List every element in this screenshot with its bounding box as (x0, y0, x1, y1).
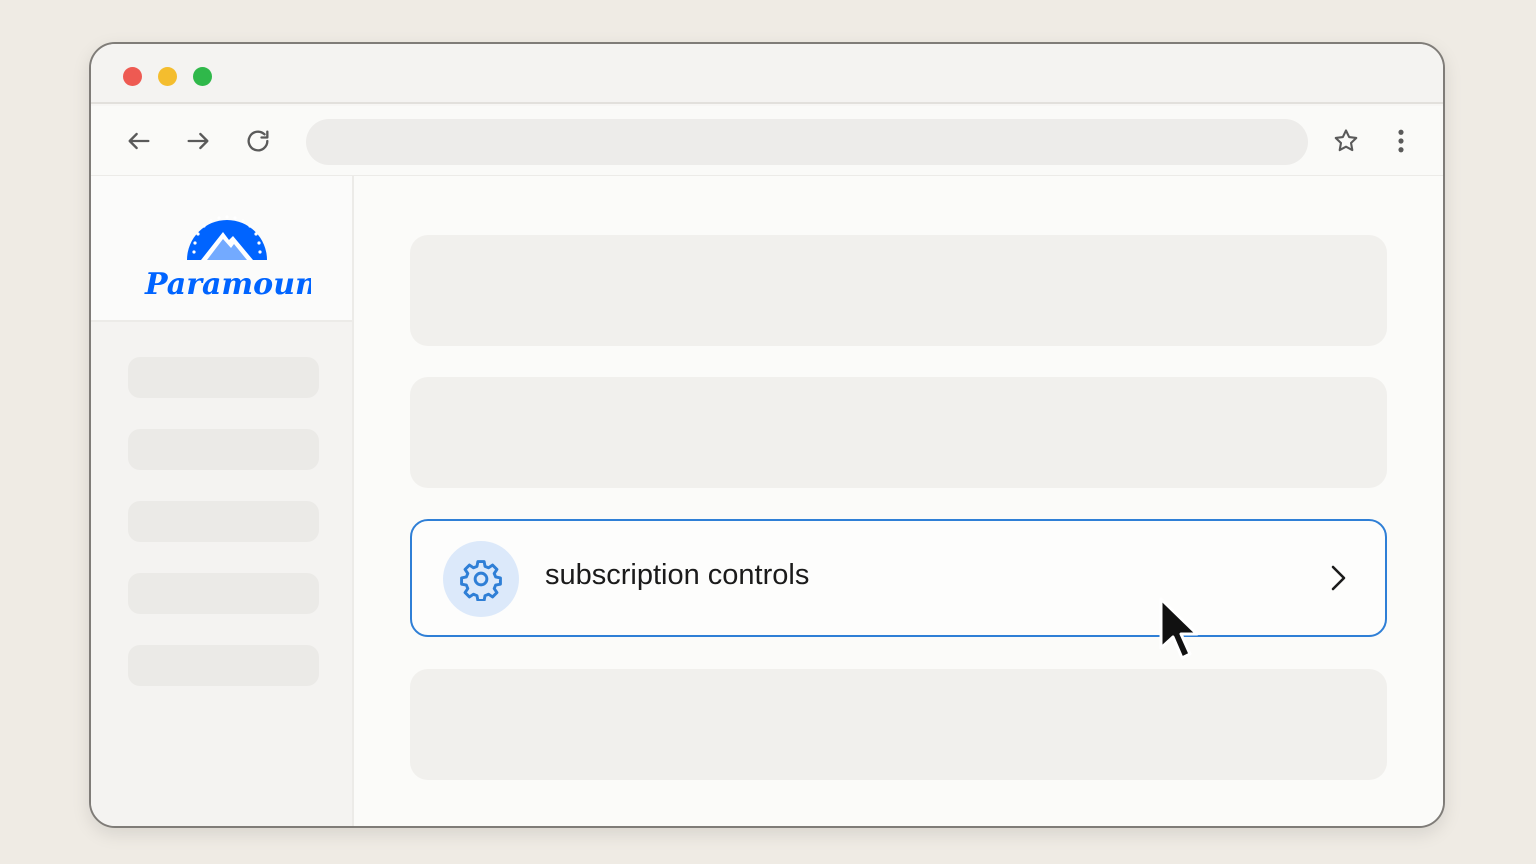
paramount-plus-logo: Paramount+ (144, 215, 311, 302)
sidebar-item-placeholder[interactable] (128, 357, 319, 398)
forward-button[interactable] (183, 126, 213, 156)
chevron-right-icon (1331, 565, 1346, 591)
reload-button[interactable] (243, 126, 273, 156)
close-window-button[interactable] (123, 67, 142, 86)
address-bar[interactable] (306, 119, 1308, 165)
gear-icon-badge (443, 541, 519, 617)
brand-logo-area[interactable]: Paramount+ (91, 176, 352, 322)
sidebar-item-placeholder[interactable] (128, 429, 319, 470)
subscription-controls-label: subscription controls (545, 559, 810, 591)
main-content: subscription controls (354, 176, 1443, 826)
kebab-menu-icon (1398, 129, 1404, 153)
menu-row-placeholder[interactable] (410, 377, 1387, 488)
browser-menu-button[interactable] (1386, 126, 1416, 156)
gear-icon (460, 560, 502, 601)
star-icon (1334, 129, 1358, 152)
browser-window: Paramount+ subscription controls (89, 42, 1445, 828)
minimize-window-button[interactable] (158, 67, 177, 86)
browser-toolbar (91, 106, 1443, 176)
brand-wordmark: Paramount+ (144, 267, 311, 302)
menu-row-placeholder[interactable] (410, 235, 1387, 346)
sidebar-item-placeholder[interactable] (128, 501, 319, 542)
sidebar-item-placeholder[interactable] (128, 573, 319, 614)
mouse-pointer-icon (1159, 597, 1199, 660)
menu-row-placeholder[interactable] (410, 669, 1387, 780)
bookmark-button[interactable] (1331, 126, 1361, 156)
arrow-left-icon (128, 132, 150, 150)
sidebar: Paramount+ (91, 176, 354, 826)
title-bar (91, 44, 1443, 104)
subscription-controls-row[interactable]: subscription controls (410, 519, 1387, 637)
back-button[interactable] (124, 126, 154, 156)
reload-icon (247, 130, 269, 152)
arrow-right-icon (187, 132, 209, 150)
zoom-window-button[interactable] (193, 67, 212, 86)
sidebar-item-placeholder[interactable] (128, 645, 319, 686)
